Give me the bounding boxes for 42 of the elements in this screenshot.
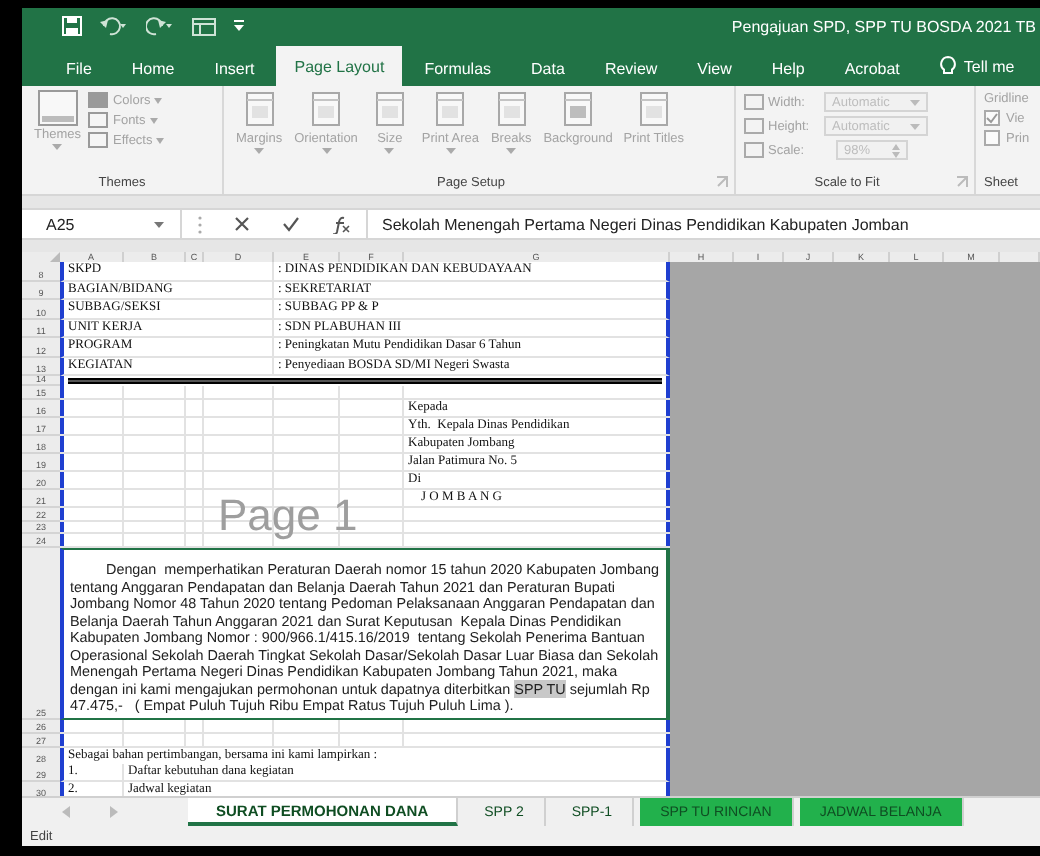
color-swatch-icon (88, 92, 109, 108)
checkmark-icon[interactable] (282, 216, 300, 232)
ribbon-tab[interactable]: View (679, 50, 750, 86)
undo-icon[interactable] (100, 16, 128, 36)
ribbon-tab[interactable]: Help (753, 50, 823, 86)
ribbon-tab[interactable]: Insert (196, 50, 273, 86)
ribbon-tab[interactable]: File (48, 50, 110, 86)
caret-icon (506, 148, 517, 154)
save-icon[interactable] (62, 16, 82, 36)
cancel-icon[interactable] (234, 216, 250, 232)
empty-box-icon (984, 130, 1000, 146)
caret-icon (445, 148, 456, 154)
function-icon[interactable] (332, 215, 350, 233)
ribbon-tab[interactable]: Formulas (406, 50, 510, 86)
caret-icon (910, 99, 920, 105)
lightbulb-icon (939, 56, 956, 76)
font-icon (88, 112, 109, 128)
caret-icon (910, 123, 920, 129)
caret-icon (52, 144, 63, 150)
ribbon-tab[interactable]: Home (113, 50, 193, 86)
caret-icon (154, 97, 163, 103)
ribbon-tab[interactable]: Page Layout (276, 46, 403, 86)
customize-icon[interactable] (234, 20, 244, 32)
formula-field[interactable]: Sekolah Menengah Pertama Negeri Dinas Pendidikan Kabupaten Jomban (366, 210, 1040, 238)
caret-icon (384, 148, 395, 154)
caret-icon (321, 148, 332, 154)
redo-icon[interactable] (146, 16, 174, 36)
ribbon-tab[interactable]: Acrobat (826, 50, 918, 86)
caret-icon (254, 148, 265, 154)
caret-icon (156, 137, 165, 143)
ribbon-tab[interactable]: Review (586, 50, 676, 86)
window-title: Pengajuan SPD, SPP TU BOSDA 2021 TB (731, 17, 1038, 35)
name-box[interactable]: A25 (22, 210, 182, 238)
caret-icon (149, 117, 158, 123)
ribbon-tab[interactable]: Data (513, 50, 583, 86)
page-break-label: Page 1 (218, 494, 358, 538)
tell-me-search[interactable]: Tell me (963, 58, 1015, 86)
effects-icon (88, 132, 109, 148)
form-icon[interactable] (192, 17, 216, 35)
checked-box-icon (984, 110, 1000, 126)
caret-icon (154, 221, 164, 227)
spinner-arrows-icon (892, 143, 900, 157)
